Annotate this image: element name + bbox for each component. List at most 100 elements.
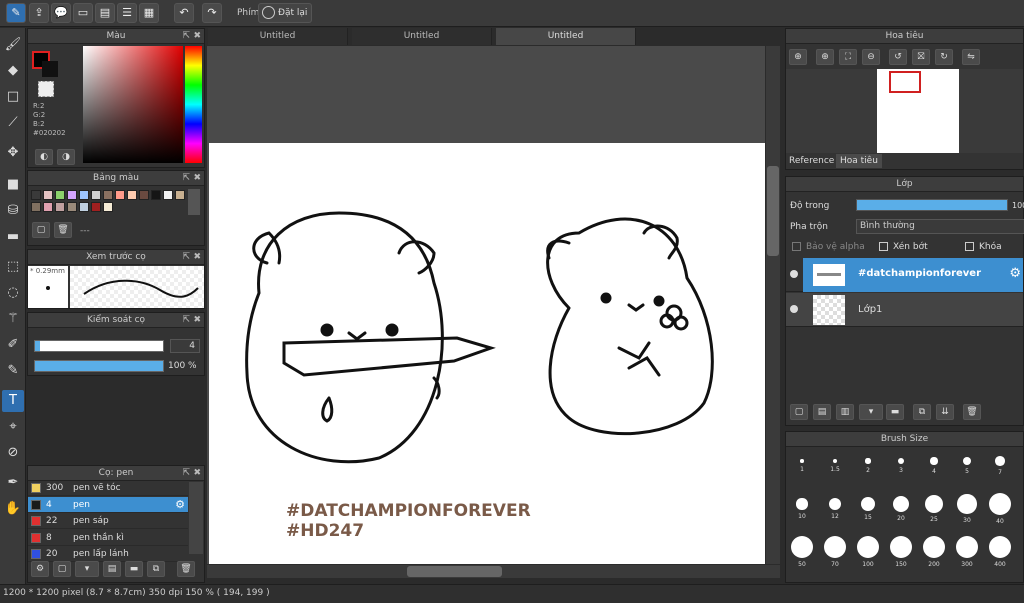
- brush-size-preset[interactable]: 2: [854, 450, 882, 490]
- redo-icon[interactable]: ↷: [202, 3, 222, 23]
- brush-delete-icon[interactable]: 🗑: [177, 561, 195, 577]
- brush-copy-icon[interactable]: ⧉: [147, 561, 165, 577]
- new-layer-text-icon[interactable]: ▥: [836, 404, 854, 420]
- document-tab-3[interactable]: Untitled: [496, 28, 636, 45]
- brush-folder-icon[interactable]: ▬: [125, 561, 143, 577]
- brush-size-preset[interactable]: 12: [821, 493, 849, 533]
- brush-menu-icon[interactable]: ▾: [75, 561, 99, 577]
- palette-swatch[interactable]: [103, 202, 113, 212]
- brush-size-preset[interactable]: 400: [986, 536, 1014, 576]
- close-icon[interactable]: ✖: [193, 250, 201, 265]
- dropper-tool-icon[interactable]: ⊘: [2, 442, 24, 464]
- palette-scrollbar[interactable]: [188, 189, 200, 215]
- color-picker-icon[interactable]: ◑: [57, 149, 75, 165]
- gradient-tool-icon[interactable]: ▬: [2, 226, 24, 248]
- palette-swatch[interactable]: [67, 190, 77, 200]
- zoom-in-icon[interactable]: ⊕: [816, 49, 834, 65]
- palette-swatch[interactable]: [31, 190, 41, 200]
- rectangle-tool-icon[interactable]: □: [2, 86, 24, 108]
- hand-tool-icon[interactable]: ✋: [2, 498, 24, 520]
- brush-size-preset[interactable]: 300: [953, 536, 981, 576]
- brush-size-preset[interactable]: 1: [788, 450, 816, 490]
- palette-swatch[interactable]: [91, 202, 101, 212]
- brush-doc-icon[interactable]: ▤: [103, 561, 121, 577]
- operation-tool-icon[interactable]: ⌖: [2, 416, 24, 438]
- canvas-page[interactable]: #DATCHAMPIONFOREVER #HD247: [209, 143, 765, 564]
- eraser-tool-icon[interactable]: ◆: [2, 60, 24, 82]
- palette-swatch[interactable]: [103, 190, 113, 200]
- move-tool-icon[interactable]: ✥: [2, 142, 24, 164]
- line-tool-icon[interactable]: ⟋: [2, 112, 24, 134]
- select-rect-icon[interactable]: ⬚: [2, 256, 24, 278]
- palette-swatch[interactable]: [55, 202, 65, 212]
- palette-swatch[interactable]: [175, 190, 185, 200]
- export-icon[interactable]: ⇪: [29, 3, 49, 23]
- layer-copy-icon[interactable]: ⧉: [913, 404, 931, 420]
- brush-size-preset[interactable]: 25: [920, 493, 948, 533]
- select-pen-icon[interactable]: ✐: [2, 334, 24, 356]
- brush-list-item[interactable]: 4 pen ⚙: [28, 496, 188, 513]
- brush-size-preset[interactable]: 5: [953, 450, 981, 490]
- popout-icon[interactable]: ⇱: [182, 313, 190, 328]
- color-wheel-icon[interactable]: ◐: [35, 149, 53, 165]
- palette-swatch[interactable]: [127, 190, 137, 200]
- navigator-viewport-rect[interactable]: [889, 71, 921, 93]
- speech-icon[interactable]: 💬: [51, 3, 71, 23]
- brush-size-preset[interactable]: 50: [788, 536, 816, 576]
- document-tab-1[interactable]: Untitled: [208, 28, 348, 45]
- app-logo-icon[interactable]: ✎: [6, 3, 26, 23]
- horizontal-scroll-thumb[interactable]: [407, 566, 502, 577]
- palette-swatch[interactable]: [43, 190, 53, 200]
- text-tool-icon[interactable]: T: [2, 390, 24, 412]
- new-palette-icon[interactable]: ▢: [32, 222, 50, 238]
- tab-navigator[interactable]: Hoa tiêu: [836, 154, 882, 168]
- reset-button[interactable]: Đặt lại: [258, 3, 312, 23]
- palette-swatch[interactable]: [163, 190, 173, 200]
- palette-swatch[interactable]: [67, 202, 77, 212]
- document-icon[interactable]: ▤: [95, 3, 115, 23]
- brush-opacity-slider[interactable]: [34, 360, 164, 372]
- brush-size-preset[interactable]: 4: [920, 450, 948, 490]
- visibility-icon[interactable]: [790, 305, 798, 313]
- brush-size-preset[interactable]: 200: [920, 536, 948, 576]
- popout-icon[interactable]: ⇱: [182, 466, 190, 481]
- navigator-preview[interactable]: [786, 69, 1023, 153]
- magic-wand-icon[interactable]: ⚚: [2, 308, 24, 330]
- canvas-workspace[interactable]: #DATCHAMPIONFOREVER #HD247: [207, 46, 765, 564]
- palette-swatch[interactable]: [79, 202, 89, 212]
- palette-swatch[interactable]: [91, 190, 101, 200]
- tab-reference[interactable]: Reference: [789, 156, 834, 166]
- rotate-left-icon[interactable]: ↺: [889, 49, 907, 65]
- horizontal-scrollbar[interactable]: [207, 565, 780, 578]
- hue-slider[interactable]: [185, 46, 202, 163]
- zoom-out-icon[interactable]: ⊖: [862, 49, 880, 65]
- layer-folder-icon[interactable]: ▬: [886, 404, 904, 420]
- layer-delete-icon[interactable]: 🗑: [963, 404, 981, 420]
- palette-swatch[interactable]: [115, 190, 125, 200]
- select-eraser-icon[interactable]: ✎: [2, 360, 24, 382]
- brush-size-value[interactable]: 4: [170, 339, 200, 353]
- palette-swatch[interactable]: [43, 202, 53, 212]
- palette-swatch[interactable]: [139, 190, 149, 200]
- list-icon[interactable]: ☰: [117, 3, 137, 23]
- brush-tool-icon[interactable]: 🖌: [2, 34, 24, 56]
- blend-mode-select[interactable]: Bình thường: [856, 219, 1024, 234]
- visibility-icon[interactable]: [790, 270, 798, 278]
- new-layer-doc-icon[interactable]: ▤: [813, 404, 831, 420]
- zoom-fit-icon[interactable]: ⊕: [789, 49, 807, 65]
- brush-list-item[interactable]: 300 pen vẽ tóc: [28, 480, 188, 496]
- layer-row[interactable]: #datchampionforever ⚙: [786, 258, 1023, 292]
- transparent-swatch[interactable]: [38, 81, 54, 97]
- brush-size-preset[interactable]: 1.5: [821, 450, 849, 490]
- layer-opacity-slider[interactable]: [856, 199, 1008, 211]
- palette-swatch[interactable]: [151, 190, 161, 200]
- brush-size-preset[interactable]: 100: [854, 536, 882, 576]
- brush-list-item[interactable]: 20 pen lấp lánh: [28, 546, 188, 562]
- brush-size-preset[interactable]: 7: [986, 450, 1014, 490]
- brush-size-preset[interactable]: 10: [788, 493, 816, 533]
- vertical-scrollbar[interactable]: [766, 46, 780, 564]
- brush-size-preset[interactable]: 3: [887, 450, 915, 490]
- layer-merge-icon[interactable]: ⇊: [936, 404, 954, 420]
- layer-settings-icon[interactable]: ⚙: [1009, 266, 1021, 281]
- brush-settings-gear-icon[interactable]: ⚙: [175, 497, 185, 513]
